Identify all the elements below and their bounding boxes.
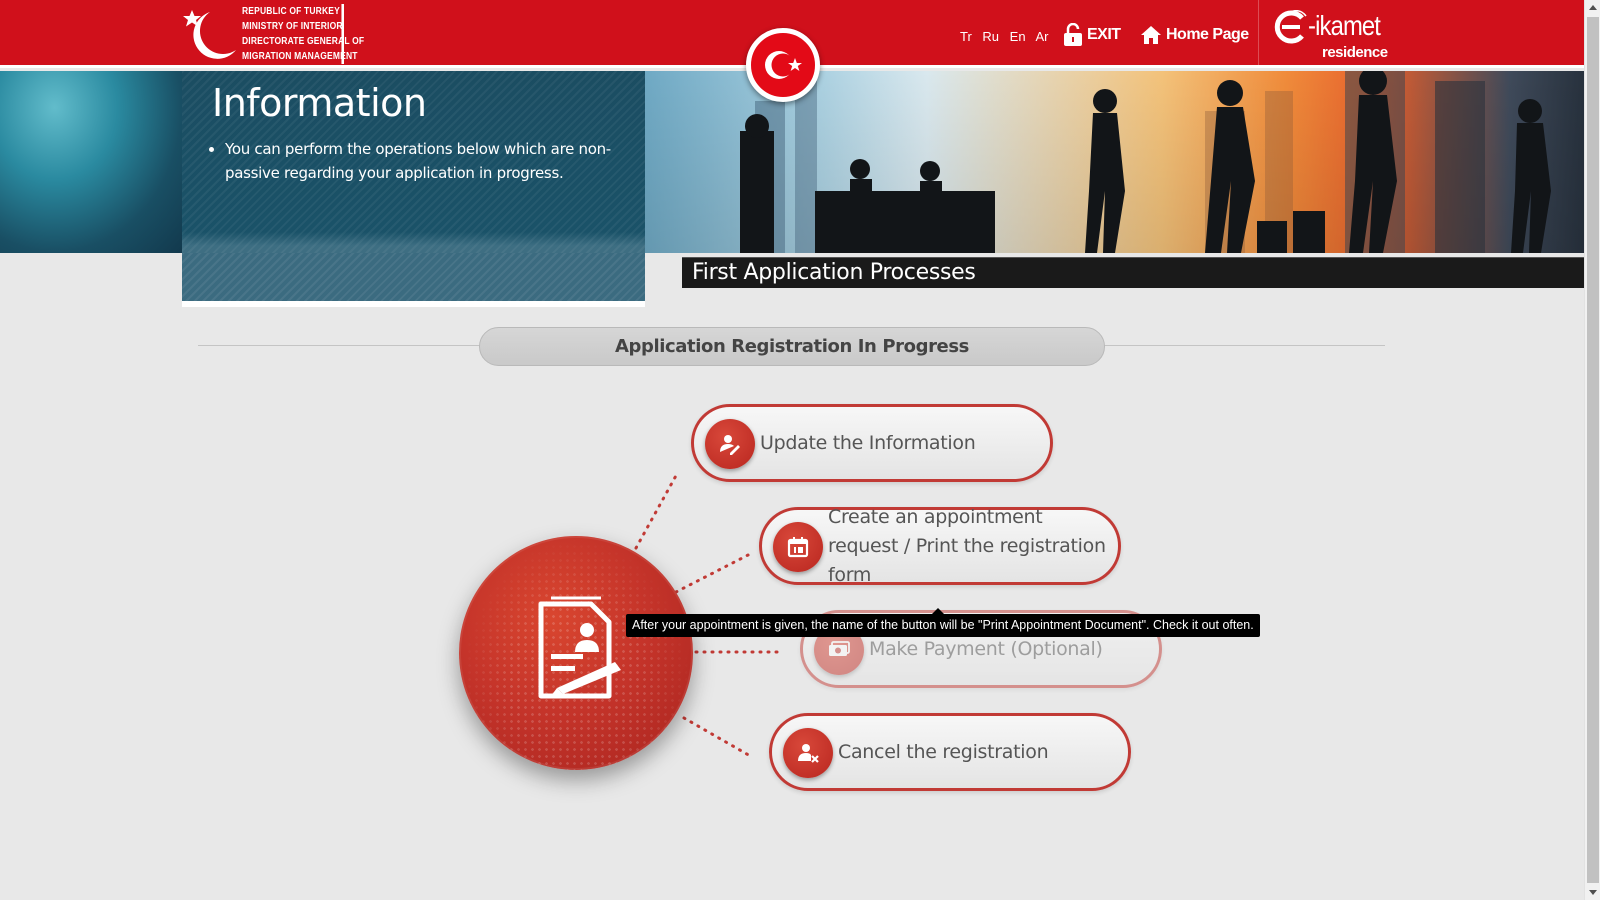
appointment-tooltip: After your appointment is given, the nam… [626, 608, 1260, 637]
processes-title: First Application Processes [692, 260, 976, 285]
update-information-label: Update the Information [760, 431, 976, 454]
information-title: Information [212, 81, 427, 125]
lang-ar[interactable]: Ar [1035, 29, 1048, 44]
scroll-up-arrow-icon[interactable] [1589, 5, 1597, 10]
turkish-flag-icon [765, 51, 802, 79]
page-scrollbar[interactable] [1584, 0, 1600, 900]
e-ikamet-logo[interactable]: -ikamet residence [1272, 4, 1402, 64]
user-edit-icon [705, 419, 755, 469]
user-cancel-icon [783, 728, 833, 778]
lock-icon [1064, 23, 1082, 46]
ministry-line-1: REPUBLIC OF TURKEY [242, 6, 340, 17]
information-list: You can perform the operations below whi… [225, 137, 630, 185]
appointment-print-button[interactable]: Create an appointment request / Print th… [759, 505, 1121, 586]
language-switcher: Tr Ru En Ar [960, 29, 1055, 44]
section-title: Application Registration In Progress [479, 327, 1105, 366]
cancel-registration-button[interactable]: Cancel the registration [769, 713, 1131, 791]
appointment-print-label: Create an appointment request / Print th… [828, 505, 1106, 586]
brand-word: -ikamet [1308, 10, 1381, 41]
ministry-logo[interactable]: REPUBLIC OF TURKEY MINISTRY OF INTERIOR … [180, 4, 370, 64]
scrollbar-thumb[interactable] [1587, 17, 1599, 883]
information-panel-footer [182, 253, 645, 301]
crescent-star-icon [183, 10, 236, 59]
brand-sub: residence [1322, 44, 1388, 61]
information-bullet: You can perform the operations below whi… [225, 137, 630, 185]
lang-tr[interactable]: Tr [960, 29, 972, 44]
banner-left-graphic [0, 71, 182, 253]
lang-ru[interactable]: Ru [982, 29, 999, 44]
ministry-line-4: MIGRATION MANAGEMENT [242, 51, 358, 62]
home-icon [1141, 26, 1161, 44]
home-page-button[interactable]: Home Page [1140, 22, 1249, 48]
processes-title-bar: First Application Processes [682, 257, 1585, 288]
registration-form-icon [538, 596, 621, 699]
ministry-name: REPUBLIC OF TURKEY MINISTRY OF INTERIOR … [242, 4, 365, 64]
calendar-icon [773, 522, 823, 572]
e-logo-icon [1274, 10, 1307, 44]
update-information-button[interactable]: Update the Information [691, 404, 1053, 482]
lang-en[interactable]: En [1010, 29, 1026, 44]
home-page-label: Home Page [1166, 26, 1249, 43]
exit-label: EXIT [1087, 26, 1121, 43]
ministry-line-3: DIRECTORATE GENERAL OF [242, 36, 365, 47]
exit-button[interactable]: EXIT [1063, 22, 1121, 48]
application-form-circle [459, 536, 693, 770]
ministry-line-2: MINISTRY OF INTERIOR [242, 21, 343, 32]
turkish-flag-badge [746, 28, 820, 102]
information-panel: Information You can perform the operatio… [182, 71, 645, 307]
cancel-registration-label: Cancel the registration [838, 740, 1049, 763]
scroll-down-arrow-icon[interactable] [1589, 890, 1597, 895]
header-divider [1258, 0, 1259, 68]
